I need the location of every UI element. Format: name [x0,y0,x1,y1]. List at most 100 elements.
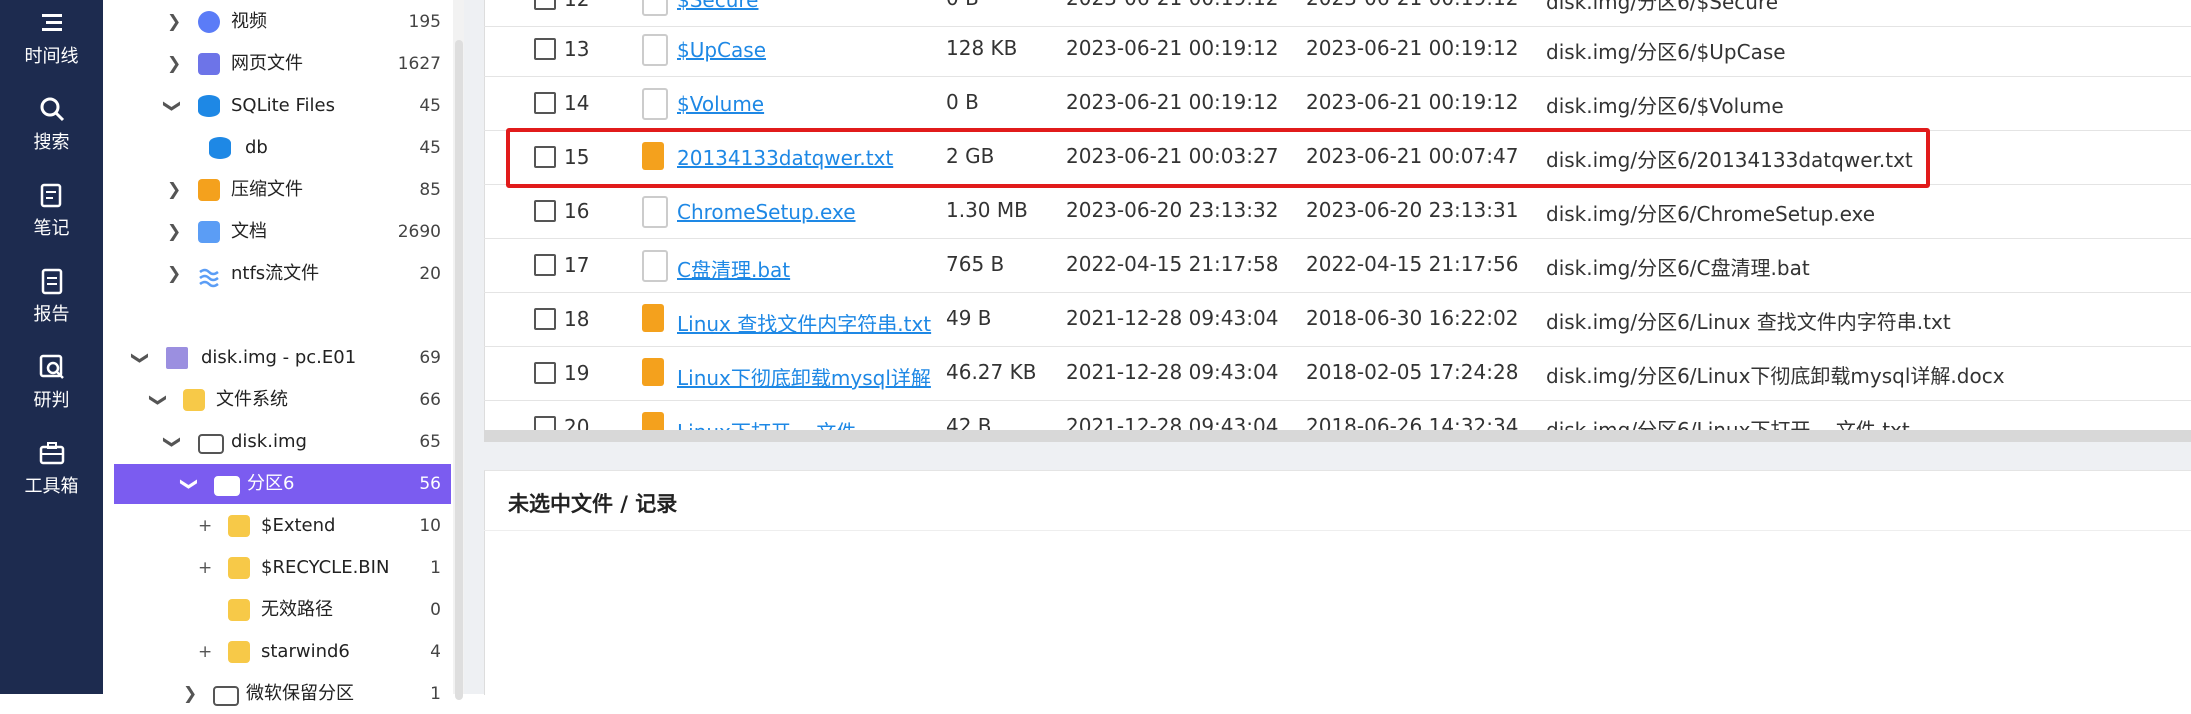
file-size: 49 B [946,306,992,330]
tree-node-count: 69 [419,348,441,368]
tree-node-recycle-bin[interactable]: + $RECYCLE.BIN 1 [103,548,441,588]
file-size: 46.27 KB [946,360,1037,384]
folder-icon [228,557,250,579]
chevron-down-icon[interactable]: ❯ [120,351,160,365]
chevron-down-icon[interactable]: ❯ [169,477,209,491]
expand-plus-icon[interactable]: + [198,506,212,546]
chevron-right-icon[interactable]: ❯ [183,674,197,714]
tree-node-webpages[interactable]: ❯ 网页文件 1627 [103,44,441,84]
tree-node-filesystem[interactable]: ❯ 文件系统 66 [103,380,441,420]
row-checkbox[interactable] [534,0,556,10]
file-path: disk.img/分区6/Linux 查找文件内字符串.txt [1546,310,1951,334]
tree-node-db[interactable]: db 45 [103,128,441,168]
modified-time: 2018-02-05 17:24:28 [1306,360,1519,384]
table-row[interactable]: 18 Linux 查找文件内字符串.txt 49 B 2021-12-28 09… [484,292,2191,347]
file-name-link[interactable]: Linux下彻底卸载mysql详解 [677,362,931,391]
table-row[interactable]: 16 ChromeSetup.exe 1.30 MB 2023-06-20 23… [484,184,2191,239]
chevron-down-icon[interactable]: ❯ [152,99,192,113]
table-row[interactable]: 19 Linux下彻底卸载mysql详解 46.27 KB 2021-12-28… [484,346,2191,401]
text-file-icon [642,358,664,386]
tree-node-label: $Extend [261,515,336,536]
report-icon [41,268,62,295]
tree-node-count: 4 [430,642,441,662]
modified-time: 2023-06-21 00:19:12 [1306,36,1519,60]
tree-node-ntfs-streams[interactable]: ❯ ntfs流文件 20 [103,254,441,294]
chevron-right-icon[interactable]: ❯ [167,170,181,210]
tree-node-label: disk.img [231,431,307,452]
chevron-down-icon[interactable]: ❯ [138,393,178,407]
tree-node-sqlite-files[interactable]: ❯ SQLite Files 45 [103,86,441,126]
rail-item-analysis[interactable]: 研判 [0,352,103,412]
tree-node-disk-img[interactable]: ❯ disk.img 65 [103,422,441,462]
highlight-box [506,128,1930,188]
chevron-down-icon[interactable]: ❯ [152,435,192,449]
rail-label: 笔记 [33,218,70,239]
file-path: disk.img/分区6/C盘清理.bat [1546,256,1810,280]
folder-icon [183,389,205,411]
row-checkbox[interactable] [534,38,556,60]
search-icon [40,97,64,122]
stream-icon [198,263,220,288]
chevron-right-icon[interactable]: ❯ [167,212,181,252]
row-checkbox[interactable] [534,308,556,330]
modified-time: 2023-06-21 00:19:12 [1306,90,1519,114]
analysis-icon [39,354,64,379]
tree-node-evidence[interactable]: ❯ disk.img - pc.E01 69 [103,338,441,378]
modified-time: 2023-06-20 23:13:31 [1306,198,1519,222]
row-checkbox[interactable] [534,200,556,222]
table-horizontal-scrollbar[interactable] [484,430,2191,442]
chevron-right-icon[interactable]: ❯ [167,2,181,42]
tree-node-archives[interactable]: ❯ 压缩文件 85 [103,170,441,210]
file-name-link[interactable]: $Volume [677,92,764,116]
tree-node-label: starwind6 [261,641,350,662]
tree-node-count: 1 [430,684,441,704]
file-path: disk.img/分区6/ChromeSetup.exe [1546,202,1876,226]
file-icon [642,250,668,282]
tree-node-invalid-path[interactable]: 无效路径 0 [103,590,441,630]
table-row[interactable]: 17 C盘清理.bat 765 B 2022-04-15 21:17:58 20… [484,238,2191,293]
rail-item-notes[interactable]: 笔记 [0,180,103,240]
file-name-link[interactable]: $UpCase [677,38,766,62]
database-icon [209,137,231,159]
tree-node-starwind6[interactable]: + starwind6 4 [103,632,441,672]
row-checkbox[interactable] [534,92,556,114]
rail-item-search[interactable]: 搜索 [0,94,103,154]
tree-node-count: 1627 [397,54,441,74]
file-name-link[interactable]: $Secure [677,0,758,12]
chevron-right-icon[interactable]: ❯ [167,254,181,294]
tree-node-count: 56 [419,474,441,494]
table-row[interactable]: 14 $Volume 0 B 2023-06-21 00:19:12 2023-… [484,76,2191,131]
file-name-link[interactable]: Linux下打开....文件 [677,416,856,430]
file-size: 42 B [946,414,992,430]
file-name-link[interactable]: Linux 查找文件内字符串.txt [677,308,931,337]
text-file-icon [642,304,664,332]
tree-node-count: 45 [419,138,441,158]
file-size: 765 B [946,252,1005,276]
tree-node-documents[interactable]: ❯ 文档 2690 [103,212,441,252]
tree-node-msr-partition[interactable]: ❯ 微软保留分区 1 [103,674,441,714]
partition-icon [214,476,240,496]
tree-node-extend[interactable]: + $Extend 10 [103,506,441,546]
row-checkbox[interactable] [534,254,556,276]
tree-node-video[interactable]: ❯ 视频 195 [103,2,441,42]
chevron-right-icon[interactable]: ❯ [167,44,181,84]
tree-scrollbar-thumb[interactable] [455,40,463,700]
row-checkbox[interactable] [534,416,556,430]
file-name-link[interactable]: ChromeSetup.exe [677,200,856,224]
table-row[interactable]: 13 $UpCase 128 KB 2023-06-21 00:19:12 20… [484,22,2191,77]
rail-item-report[interactable]: 报告 [0,266,103,326]
tree-node-label: 视频 [231,11,267,32]
note-icon [40,183,61,208]
file-name-link[interactable]: C盘清理.bat [677,254,790,283]
rail-item-timeline[interactable]: 时间线 [0,8,103,68]
tree-node-count: 195 [408,12,441,32]
row-checkbox[interactable] [534,362,556,384]
file-size: 128 KB [946,36,1018,60]
expand-plus-icon[interactable]: + [198,548,212,588]
table-row[interactable]: 20 Linux下打开....文件 42 B 2021-12-28 09:43:… [484,400,2191,430]
tree-node-partition6[interactable]: ❯ 分区6 56 [114,464,451,504]
rail-item-toolbox[interactable]: 工具箱 [0,438,103,498]
tree-node-count: 65 [419,432,441,452]
modified-time: 2018-06-26 14:32:34 [1306,414,1519,430]
expand-plus-icon[interactable]: + [198,632,212,672]
